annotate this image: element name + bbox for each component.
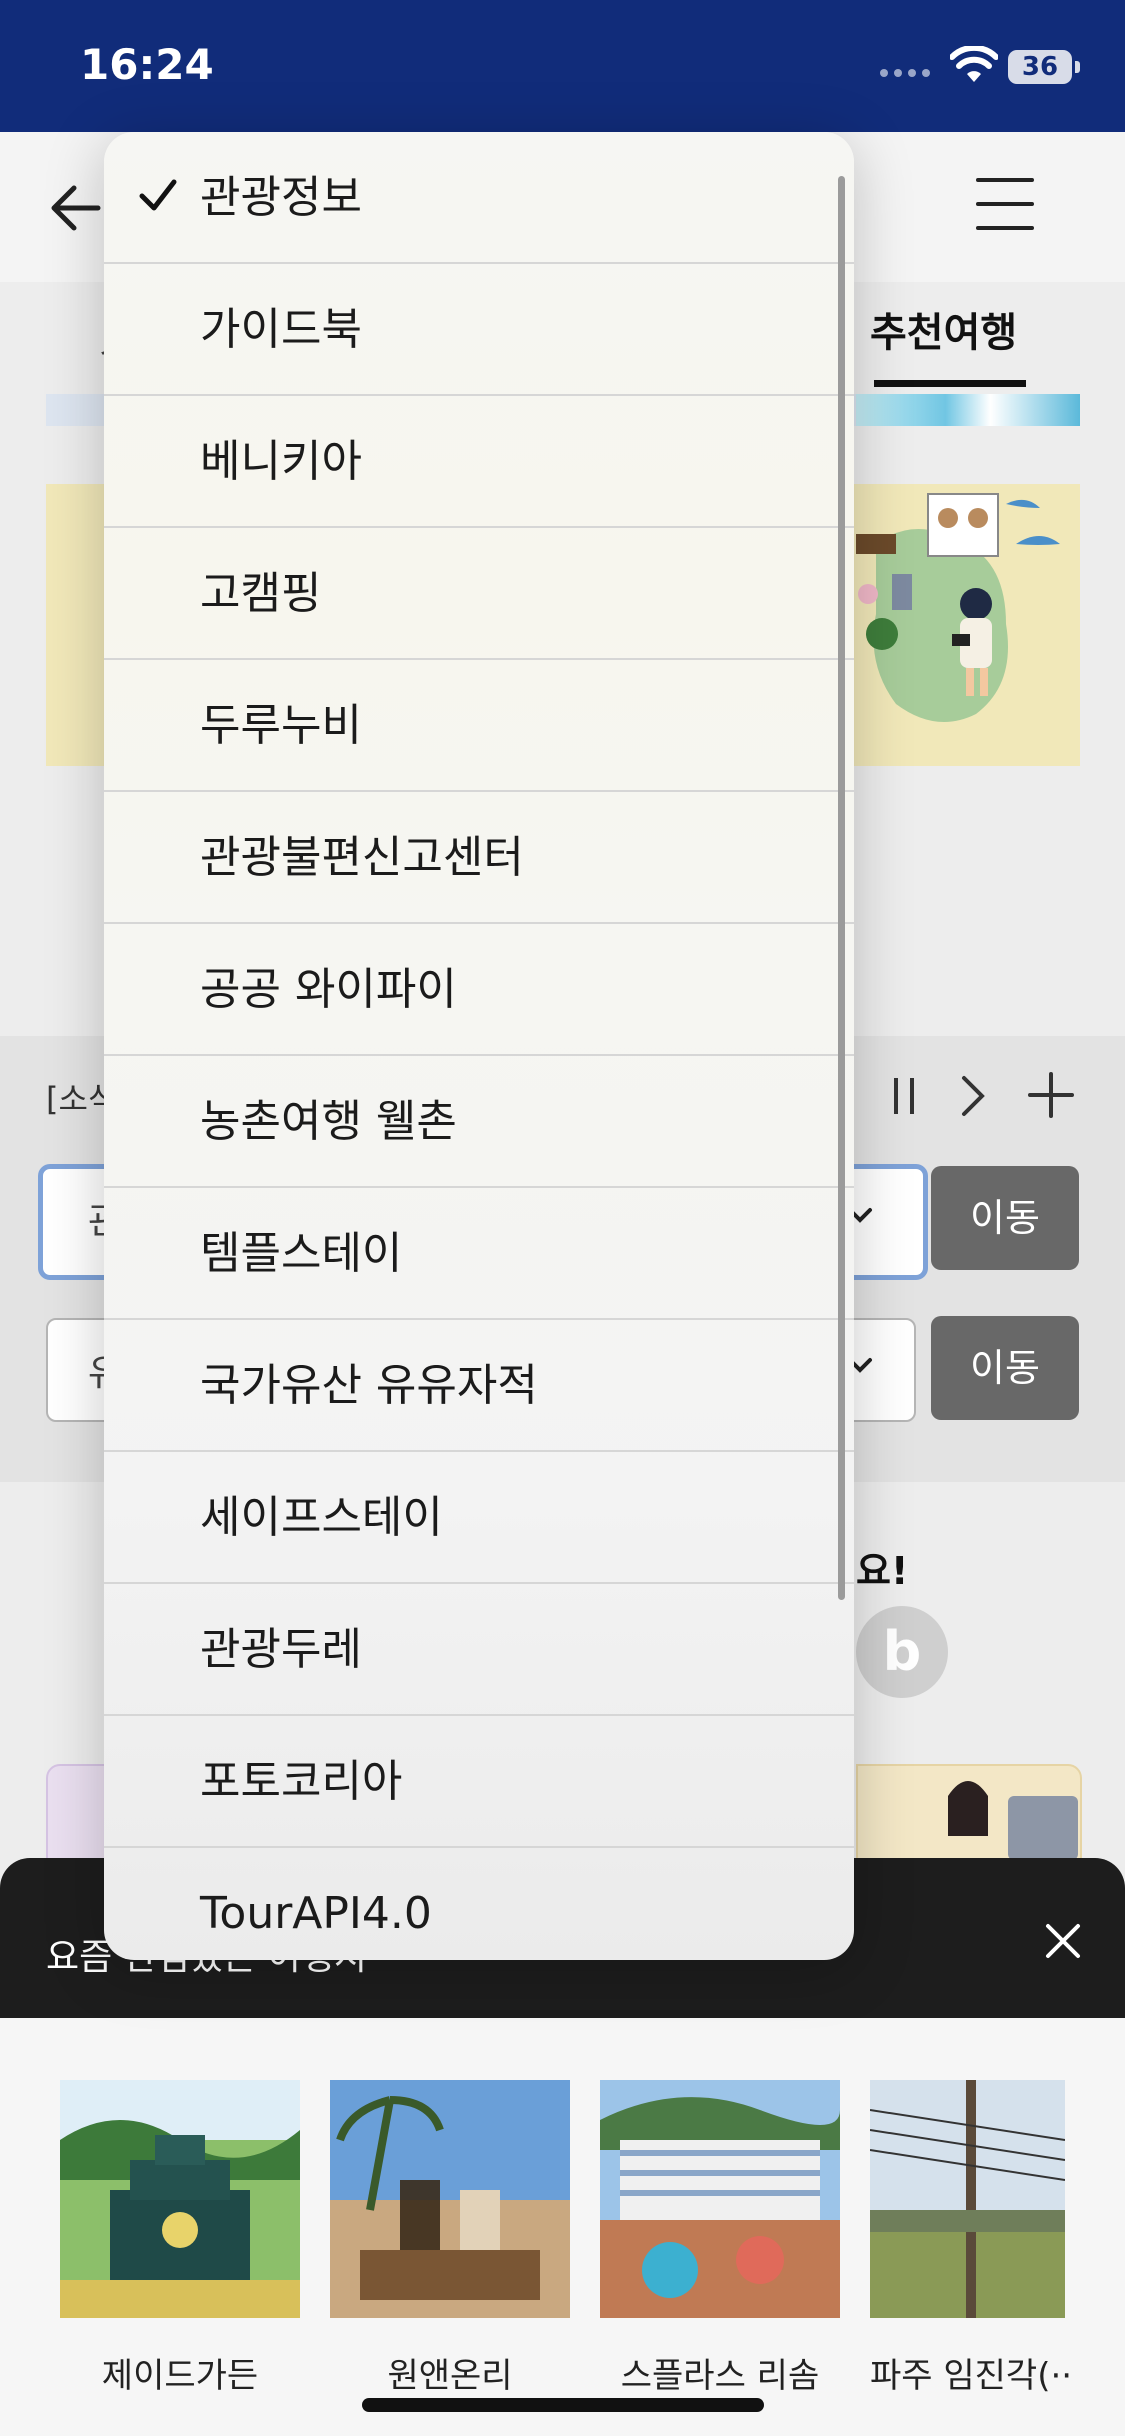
banner-strip-art: [856, 394, 1080, 426]
one-and-only-photo: [330, 2080, 570, 2318]
go-button-2[interactable]: 이동: [931, 1316, 1079, 1420]
dropdown-item-label: 관광두레: [200, 1624, 362, 1675]
dropdown-item-templestay[interactable]: 템플스테이: [104, 1188, 854, 1320]
place-thumb-splas-resom[interactable]: [600, 2080, 840, 2318]
dropdown-item-photokorea[interactable]: 포토코리아: [104, 1716, 854, 1848]
promo-heading: 요!: [856, 1549, 909, 1593]
dropdown-item-label: TourAPI4.0: [200, 1888, 432, 1939]
dropdown-item-tourdure[interactable]: 관광두레: [104, 1584, 854, 1716]
pause-icon[interactable]: [890, 1074, 920, 1118]
place-thumb-one-and-only[interactable]: [330, 2080, 570, 2318]
tab-recommended-travel[interactable]: 추천여행: [870, 300, 1017, 358]
dropdown-item-label: 베니키아: [200, 436, 362, 487]
chevron-right-icon[interactable]: [952, 1072, 992, 1120]
dropdown-item-label: 공공 와이파이: [200, 964, 457, 1015]
battery-icon: 36: [1008, 50, 1072, 84]
go-button-1[interactable]: 이동: [931, 1166, 1079, 1270]
dropdown-item-safestay[interactable]: 세이프스테이: [104, 1452, 854, 1584]
dropdown-item-durunubi[interactable]: 두루누비: [104, 660, 854, 792]
place-thumb-paju-imjingak[interactable]: [870, 2080, 1065, 2318]
person-laptop-illustration: [948, 1781, 1078, 1860]
splas-resom-photo: [600, 2080, 840, 2318]
banner-illustration: [856, 484, 1080, 766]
dropdown-item-label: 고캠핑: [200, 568, 322, 619]
b-logo-icon[interactable]: b: [856, 1606, 948, 1698]
place-label: 파주 임진각(··: [870, 2356, 1073, 2396]
dropdown-item-guidebook[interactable]: 가이드북: [104, 264, 854, 396]
tab-active-underline: [874, 380, 1026, 387]
dropdown-item-label: 포토코리아: [200, 1756, 403, 1807]
dropdown-item-tourapi[interactable]: TourAPI4.0: [104, 1848, 854, 1960]
dropdown-item-rural-welchon[interactable]: 농촌여행 웰촌: [104, 1056, 854, 1188]
dropdown-item-label: 템플스테이: [200, 1228, 403, 1279]
dropdown-scrollbar[interactable]: [838, 176, 845, 1600]
dropdown-item-label: 국가유산 유유자적: [200, 1360, 538, 1411]
checkmark-icon: [139, 179, 177, 211]
dropdown-item-gocamping[interactable]: 고캠핑: [104, 528, 854, 660]
home-indicator: [362, 2398, 764, 2412]
paju-imjingak-photo: [870, 2080, 1065, 2318]
status-time: 16:24: [80, 40, 214, 89]
battery-tip: [1075, 61, 1080, 73]
dropdown-item-heritage[interactable]: 국가유산 유유자적: [104, 1320, 854, 1452]
wifi-icon: [950, 46, 998, 82]
hamburger-menu-icon[interactable]: [976, 178, 1034, 232]
plus-icon[interactable]: [1024, 1068, 1078, 1122]
dropdown-item-tour-info[interactable]: 관광정보: [104, 132, 854, 264]
dropdown-item-label: 관광정보: [200, 172, 362, 223]
place-label: 스플라스 리솜: [620, 2356, 820, 2396]
place-label: 원앤온리: [387, 2356, 513, 2396]
dropdown-item-label: 두루누비: [200, 700, 362, 751]
jade-garden-photo: [60, 2080, 300, 2318]
dropdown-item-label: 관광불편신고센터: [200, 832, 524, 883]
dropdown-item-label: 가이드북: [200, 304, 362, 355]
korea-map-illustration: [856, 493, 1060, 722]
place-thumb-jade-garden[interactable]: [60, 2080, 300, 2318]
signal-dots-icon: [880, 62, 940, 77]
place-label: 제이드가든: [101, 2356, 259, 2396]
dropdown-item-label: 세이프스테이: [200, 1492, 443, 1543]
promo-card-yellow[interactable]: [856, 1764, 1082, 1862]
dropdown-item-label: 농촌여행 웰촌: [200, 1096, 457, 1147]
back-arrow-icon[interactable]: [44, 178, 104, 238]
status-bar: 16:24 36: [0, 0, 1125, 132]
dropdown-item-public-wifi[interactable]: 공공 와이파이: [104, 924, 854, 1056]
site-dropdown-menu[interactable]: 관광정보 가이드북 베니키아 고캠핑 두루누비 관광불편신고센터 공공 와이파이…: [104, 132, 854, 1960]
dropdown-item-complaint-center[interactable]: 관광불편신고센터: [104, 792, 854, 924]
dropdown-item-benikea[interactable]: 베니키아: [104, 396, 854, 528]
close-icon[interactable]: [1040, 1918, 1086, 1964]
